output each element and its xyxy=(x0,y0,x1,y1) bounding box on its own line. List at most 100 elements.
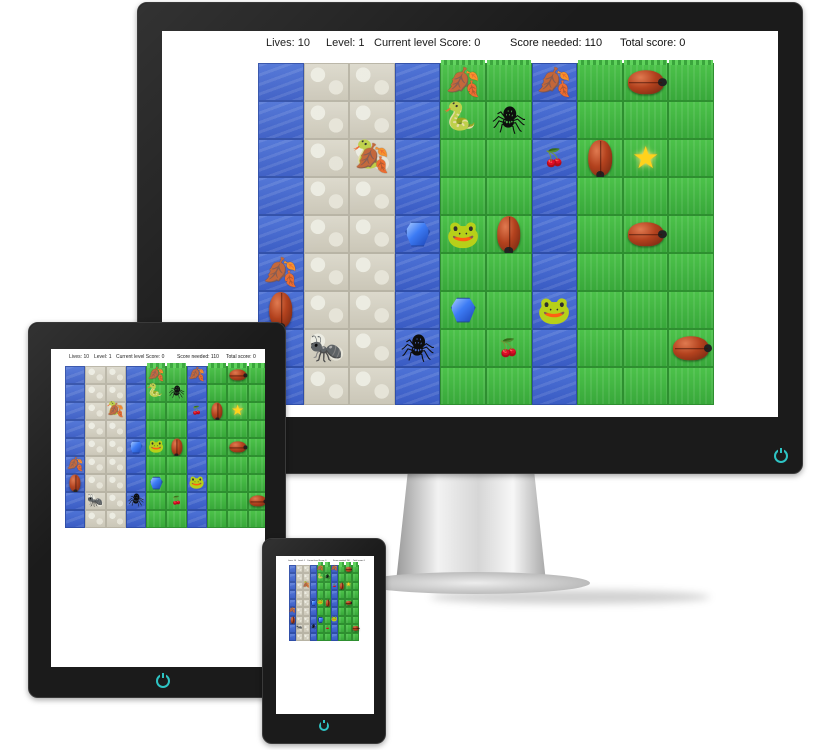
stone-tile[interactable] xyxy=(105,420,126,438)
grass-tile[interactable] xyxy=(247,420,265,438)
grass-tile[interactable] xyxy=(166,363,187,384)
grass-tile[interactable]: 🍒 xyxy=(485,329,532,367)
stone-tile[interactable] xyxy=(349,63,395,101)
water-tile[interactable]: 🍂 xyxy=(186,366,208,384)
stone-tile[interactable] xyxy=(303,291,350,329)
grass-tile[interactable] xyxy=(577,60,623,101)
stone-tile[interactable] xyxy=(303,139,350,177)
grass-tile[interactable]: 🍒 xyxy=(166,492,187,510)
grass-tile[interactable] xyxy=(577,215,623,253)
stone-tile[interactable] xyxy=(105,492,126,510)
stone-tile[interactable] xyxy=(105,510,126,528)
grass-tile[interactable] xyxy=(227,492,248,510)
grass-tile[interactable] xyxy=(207,438,228,456)
stone-tile[interactable] xyxy=(303,367,350,405)
water-tile[interactable] xyxy=(310,615,317,625)
grass-tile[interactable] xyxy=(440,329,486,367)
grass-tile[interactable] xyxy=(338,573,345,582)
grass-tile[interactable]: ★ xyxy=(345,581,352,591)
water-tile[interactable] xyxy=(186,456,208,474)
stone-tile[interactable] xyxy=(303,598,310,608)
water-tile[interactable] xyxy=(125,474,147,492)
grass-tile[interactable] xyxy=(352,598,359,608)
water-tile[interactable]: 🍂 xyxy=(331,565,338,574)
grass-tile[interactable] xyxy=(622,253,669,291)
grass-tile[interactable] xyxy=(668,177,714,215)
grass-tile[interactable] xyxy=(345,615,352,625)
water-tile[interactable]: 🕷 xyxy=(125,492,147,510)
grass-tile[interactable] xyxy=(247,510,265,528)
water-tile[interactable] xyxy=(125,510,147,528)
water-tile[interactable] xyxy=(310,581,317,591)
water-tile[interactable] xyxy=(289,573,296,582)
game-board[interactable]: 🍂 🍂 🐍 🕷 🐍 🍂 🍒 ★ 🐸 🍂 🐸 🐜 🕷 🍒 xyxy=(258,60,714,405)
stone-tile[interactable] xyxy=(296,581,303,591)
grass-tile[interactable] xyxy=(352,632,359,641)
grass-tile[interactable] xyxy=(227,363,248,384)
water-tile[interactable] xyxy=(125,438,147,456)
water-tile[interactable] xyxy=(310,598,317,608)
grass-tile[interactable] xyxy=(345,607,352,616)
grass-tile[interactable] xyxy=(207,384,228,402)
grass-tile[interactable] xyxy=(352,590,359,599)
water-tile[interactable] xyxy=(125,456,147,474)
stone-tile[interactable] xyxy=(85,474,106,492)
water-tile[interactable] xyxy=(331,598,338,608)
grass-tile[interactable] xyxy=(577,101,623,139)
stone-tile[interactable] xyxy=(303,615,310,625)
water-tile[interactable] xyxy=(186,438,208,456)
grass-tile[interactable] xyxy=(345,624,352,633)
grass-tile[interactable] xyxy=(338,624,345,633)
grass-tile[interactable] xyxy=(577,177,623,215)
grass-tile[interactable] xyxy=(324,581,331,591)
grass-tile[interactable] xyxy=(227,438,248,456)
stone-tile[interactable] xyxy=(349,101,395,139)
grass-tile[interactable] xyxy=(668,291,714,329)
water-tile[interactable] xyxy=(125,366,147,384)
grass-tile[interactable] xyxy=(352,624,360,633)
water-tile[interactable] xyxy=(125,420,147,438)
stone-tile[interactable]: 🐜 xyxy=(303,329,350,367)
stone-tile[interactable] xyxy=(303,63,350,101)
water-tile[interactable] xyxy=(258,139,304,177)
water-tile[interactable] xyxy=(394,367,441,405)
stone-tile[interactable]: 🐍 🍂 xyxy=(105,402,126,420)
stone-tile[interactable] xyxy=(105,438,126,456)
grass-tile[interactable] xyxy=(146,474,167,492)
stone-tile[interactable] xyxy=(85,384,106,402)
grass-tile[interactable] xyxy=(227,384,248,402)
grass-tile[interactable] xyxy=(668,215,714,253)
grass-tile[interactable]: 🍂 xyxy=(317,561,324,574)
water-tile[interactable] xyxy=(531,253,578,291)
grass-tile[interactable] xyxy=(227,456,248,474)
water-tile[interactable] xyxy=(310,590,317,599)
grass-tile[interactable] xyxy=(324,632,331,641)
water-tile[interactable] xyxy=(331,607,338,616)
water-tile[interactable] xyxy=(65,474,86,493)
grass-tile[interactable] xyxy=(247,384,265,402)
grass-tile[interactable] xyxy=(247,492,265,510)
grass-tile[interactable] xyxy=(324,590,331,599)
grass-tile[interactable] xyxy=(146,402,167,420)
stone-tile[interactable] xyxy=(85,456,106,474)
grass-tile[interactable] xyxy=(338,615,345,625)
grass-tile[interactable] xyxy=(338,598,345,608)
water-tile[interactable] xyxy=(258,215,304,253)
stone-tile[interactable] xyxy=(303,253,350,291)
stone-tile[interactable] xyxy=(349,215,395,253)
grass-tile[interactable] xyxy=(622,60,669,101)
grass-tile[interactable] xyxy=(247,363,265,384)
grass-tile[interactable] xyxy=(440,291,486,329)
grass-tile[interactable]: 🐍 xyxy=(146,384,167,402)
grass-tile[interactable] xyxy=(166,510,187,528)
grass-tile[interactable] xyxy=(338,632,345,641)
water-tile[interactable] xyxy=(258,177,304,215)
stone-tile[interactable]: 🐍 🍂 xyxy=(303,581,310,591)
grass-tile[interactable] xyxy=(485,60,532,101)
stone-tile[interactable] xyxy=(85,438,106,456)
grass-tile[interactable] xyxy=(352,607,359,616)
grass-tile[interactable] xyxy=(440,139,486,177)
water-tile[interactable] xyxy=(531,215,578,253)
water-tile[interactable]: 🐸 xyxy=(186,474,208,492)
water-tile[interactable] xyxy=(289,615,296,625)
